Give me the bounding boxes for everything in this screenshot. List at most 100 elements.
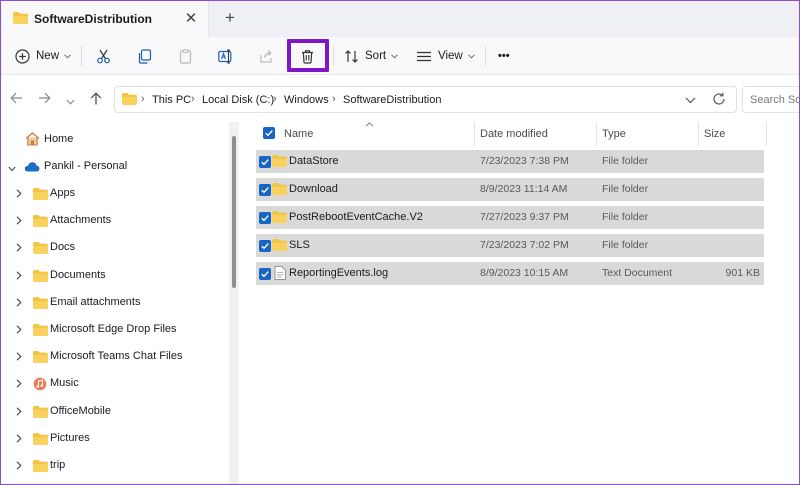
folder-icon <box>33 215 48 230</box>
nav-item-label: Pictures <box>50 432 90 444</box>
column-divider[interactable] <box>766 122 767 146</box>
new-label: New <box>36 50 60 62</box>
navigation-pane: Home Pankil - Personal Apps Attachments Do… <box>1 122 229 484</box>
nav-item-trip[interactable]: trip <box>1 455 229 477</box>
cut-button[interactable] <box>96 37 111 75</box>
nav-item-attachments[interactable]: Attachments <box>1 210 229 232</box>
chevron-right-icon[interactable] <box>16 271 22 283</box>
new-button[interactable]: New <box>15 37 71 75</box>
column-divider[interactable] <box>596 122 597 146</box>
table-row[interactable]: PostRebootEventCache.V2 7/27/2023 9:37 PM… <box>256 206 764 229</box>
breadcrumb-this-pc[interactable]: This PC <box>152 94 191 106</box>
breadcrumb-local-disk[interactable]: Local Disk (C:) <box>202 94 274 106</box>
table-row[interactable]: DataStore 7/23/2023 7:38 PM File folder <box>256 150 764 173</box>
row-checkbox[interactable] <box>259 184 271 196</box>
address-bar[interactable]: › This PC › Local Disk (C:) › Windows › … <box>114 86 737 113</box>
table-row[interactable]: ReportingEvents.log 8/9/2023 10:15 AM Text… <box>256 262 764 285</box>
sort-button[interactable]: Sort <box>344 37 398 75</box>
folder-icon <box>33 324 48 339</box>
nav-item-documents[interactable]: Documents <box>1 265 229 287</box>
tab-softwaredistribution[interactable]: SoftwareDistribution ✕ <box>1 1 209 37</box>
chevron-right-icon[interactable] <box>16 189 22 201</box>
file-date-modified: 8/9/2023 10:15 AM <box>480 267 569 279</box>
share-button[interactable] <box>259 37 274 75</box>
row-checkbox[interactable] <box>259 240 271 252</box>
nav-item-pankil-personal[interactable]: Pankil - Personal <box>1 156 229 178</box>
file-date-modified: 7/23/2023 7:38 PM <box>480 155 569 167</box>
chevron-right-icon[interactable] <box>16 243 22 255</box>
up-arrow-icon[interactable] <box>90 92 102 108</box>
view-button[interactable]: View <box>416 37 475 75</box>
file-name[interactable]: ReportingEvents.log <box>289 267 388 279</box>
nav-item-music[interactable]: Music <box>1 373 229 395</box>
chevron-right-icon[interactable] <box>16 407 22 419</box>
breadcrumb-windows[interactable]: Windows <box>284 94 329 106</box>
chevron-down-icon <box>391 53 398 59</box>
address-history-chevron-icon[interactable] <box>685 95 696 107</box>
breadcrumb-softwaredistribution[interactable]: SoftwareDistribution <box>343 94 441 106</box>
nav-item-docs[interactable]: Docs <box>1 237 229 259</box>
home-icon <box>25 132 40 149</box>
breadcrumb-separator: › <box>141 93 145 105</box>
nav-item-label: Home <box>44 133 74 145</box>
row-checkbox[interactable] <box>259 212 271 224</box>
breadcrumb-separator: › <box>273 93 277 105</box>
music-folder-icon <box>33 377 48 394</box>
chevron-right-icon[interactable] <box>16 434 22 446</box>
command-bar: New Sort View ••• <box>1 37 799 75</box>
copy-button[interactable] <box>137 37 152 75</box>
file-name[interactable]: SLS <box>289 239 310 251</box>
file-name[interactable]: Download <box>289 183 338 195</box>
select-all-checkbox[interactable] <box>263 127 275 139</box>
nav-item-microsoft-teams-chat-files[interactable]: Microsoft Teams Chat Files <box>1 346 229 368</box>
nav-item-home[interactable]: Home <box>1 129 229 151</box>
folder-icon <box>33 406 48 421</box>
nav-scrollbar-thumb[interactable] <box>232 136 236 288</box>
row-checkbox[interactable] <box>259 268 271 280</box>
recent-locations-chevron-icon[interactable] <box>66 96 75 108</box>
tab-close-button[interactable]: ✕ <box>183 9 199 27</box>
view-label: View <box>438 50 463 62</box>
column-divider[interactable] <box>698 122 699 146</box>
chevron-right-icon[interactable] <box>16 325 22 337</box>
chevron-right-icon[interactable] <box>16 298 22 310</box>
nav-item-pictures[interactable]: Pictures <box>1 428 229 450</box>
chevron-right-icon[interactable] <box>16 216 22 228</box>
text-document-icon <box>274 266 286 283</box>
file-name[interactable]: DataStore <box>289 155 339 167</box>
column-divider[interactable] <box>474 122 475 146</box>
row-checkbox[interactable] <box>259 156 271 168</box>
file-date-modified: 8/9/2023 11:14 AM <box>480 183 568 195</box>
chevron-right-icon[interactable] <box>16 461 22 473</box>
nav-item-apps[interactable]: Apps <box>1 183 229 205</box>
refresh-icon[interactable] <box>712 92 726 109</box>
column-header-type[interactable]: Type <box>602 128 626 140</box>
chevron-down-icon[interactable] <box>8 163 16 175</box>
nav-item-officemobile[interactable]: OfficeMobile <box>1 401 229 423</box>
folder-icon <box>13 12 28 27</box>
paste-button[interactable] <box>178 37 193 75</box>
back-arrow-icon[interactable] <box>10 92 23 107</box>
chevron-right-icon[interactable] <box>16 379 22 391</box>
search-box[interactable]: Search SoftwareDistribution <box>742 86 799 113</box>
folder-icon <box>33 270 48 285</box>
nav-item-email-attachments[interactable]: Email attachments <box>1 292 229 314</box>
file-name[interactable]: PostRebootEventCache.V2 <box>289 211 423 223</box>
nav-item-label: Apps <box>50 187 76 199</box>
forward-arrow-icon[interactable] <box>38 92 51 107</box>
nav-item-label: trip <box>50 459 66 471</box>
file-type: File folder <box>602 239 649 251</box>
chevron-right-icon[interactable] <box>16 352 22 364</box>
chevron-down-icon <box>64 53 71 59</box>
scissors-icon <box>96 49 111 64</box>
more-options-button[interactable]: ••• <box>498 37 510 75</box>
new-tab-button[interactable]: + <box>221 8 239 28</box>
column-header-date-modified[interactable]: Date modified <box>480 128 548 140</box>
column-header-size[interactable]: Size <box>704 128 725 140</box>
search-input[interactable]: Search SoftwareDistribution <box>750 94 799 106</box>
table-row[interactable]: Download 8/9/2023 11:14 AM File folder <box>256 178 764 201</box>
column-header-name[interactable]: Name <box>284 128 313 140</box>
nav-item-microsoft-edge-drop-files[interactable]: Microsoft Edge Drop Files <box>1 319 229 341</box>
rename-button[interactable] <box>218 37 234 75</box>
table-row[interactable]: SLS 7/23/2023 7:02 PM File folder <box>256 234 764 257</box>
